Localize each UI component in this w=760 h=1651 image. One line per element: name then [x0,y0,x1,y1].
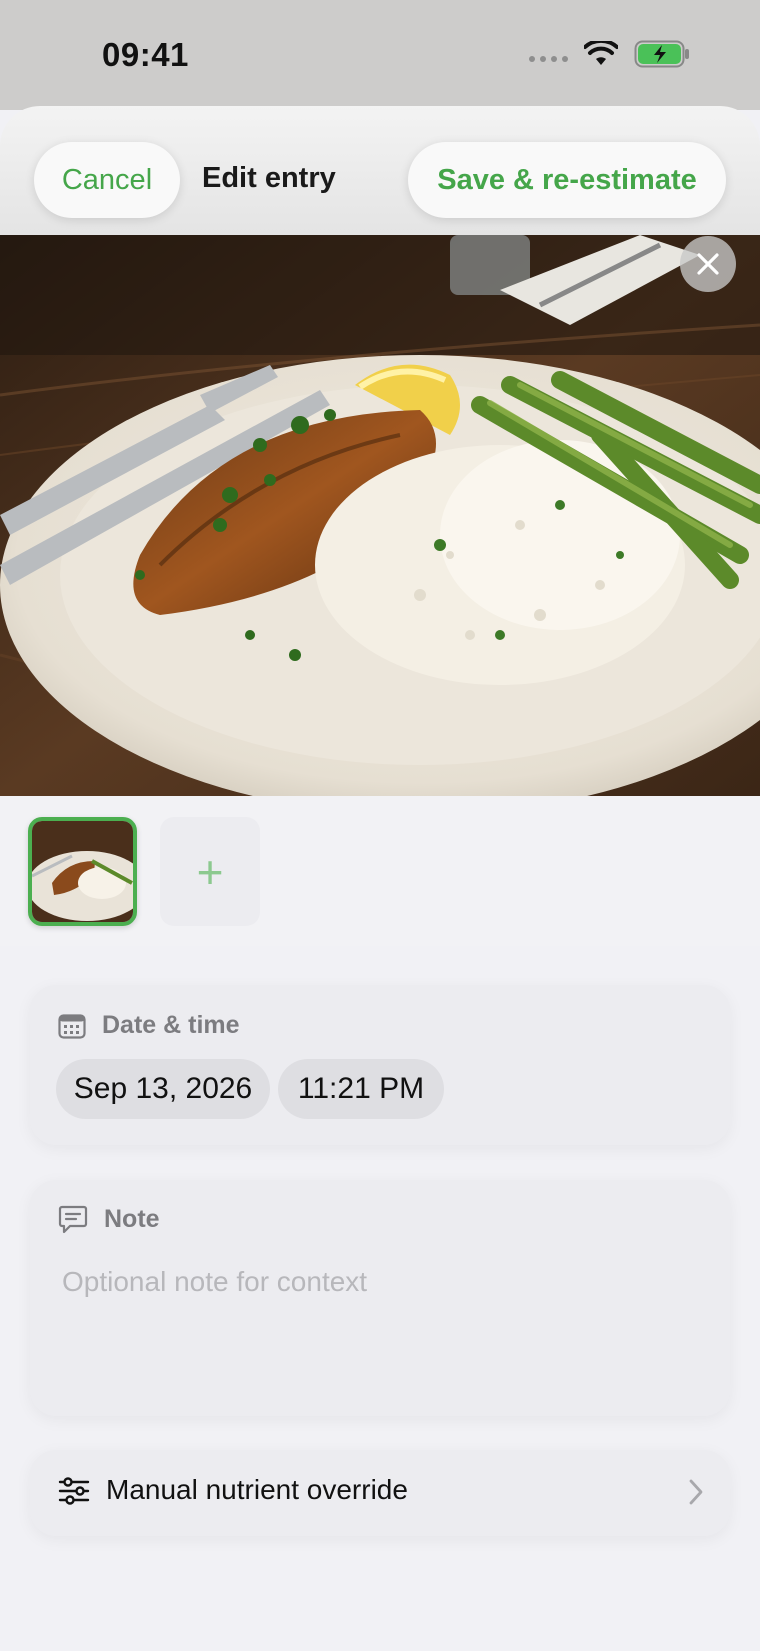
note-input[interactable] [62,1266,692,1298]
status-time: 09:41 [102,36,189,73]
note-card: Note [30,1180,730,1416]
sliders-icon [58,1477,90,1505]
manual-nutrient-override-row[interactable]: Manual nutrient override [30,1450,730,1536]
save-reestimate-button[interactable]: Save & re-estimate [408,142,726,218]
meal-photo [0,235,760,796]
note-icon [58,1205,88,1234]
date-time-card: Date & time Sep 13, 2026 11:21 PM [30,985,730,1145]
note-header: Note [58,1204,160,1234]
override-label: Manual nutrient override [106,1474,408,1505]
photo-thumbnail-selected[interactable] [28,817,137,926]
close-icon [697,253,719,275]
date-time-header: Date & time [58,1011,240,1040]
status-icons [529,40,690,68]
wifi-icon [584,41,618,65]
battery-charging-icon [634,40,689,68]
remove-photo-button[interactable] [680,236,736,292]
sheet-header: Cancel Edit entry Save & re-estimate [0,106,760,236]
date-time-label: Date & time [102,1011,240,1039]
status-bar: 09:41 [0,0,760,110]
time-picker[interactable]: 11:21 PM [278,1059,444,1119]
add-photo-button[interactable]: + [160,817,260,926]
cellular-dots-icon [529,56,568,62]
edit-entry-screen: 09:41 Cancel Edit entry Save & re-estima… [0,0,760,1651]
calendar-icon [58,1013,86,1039]
photo-thumbnails: + [0,796,760,946]
cancel-button[interactable]: Cancel [34,142,180,218]
chevron-right-icon [689,1479,703,1505]
note-label: Note [104,1204,160,1233]
date-picker[interactable]: Sep 13, 2026 [56,1059,270,1119]
page-title: Edit entry [202,162,336,194]
